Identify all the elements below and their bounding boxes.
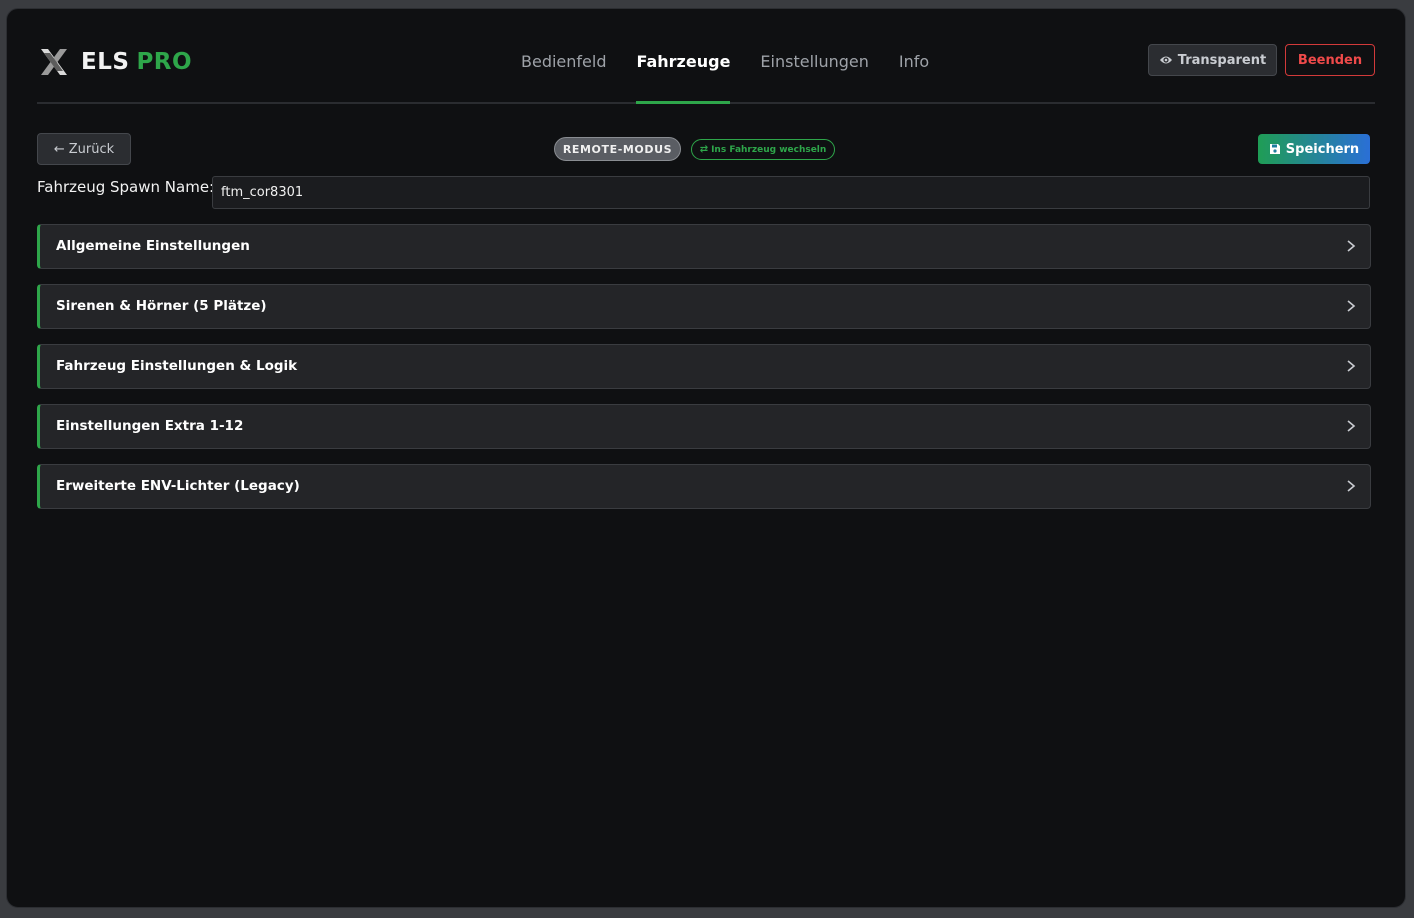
tab-einstellungen[interactable]: Einstellungen	[760, 9, 868, 102]
x-logo-icon	[41, 49, 67, 75]
back-button-label: Zurück	[68, 141, 115, 157]
section-title: Allgemeine Einstellungen	[56, 238, 250, 254]
section-env-lights-legacy[interactable]: Erweiterte ENV-Lichter (Legacy)	[37, 464, 1371, 509]
tab-fahrzeuge[interactable]: Fahrzeuge	[636, 9, 730, 104]
chevron-right-icon	[1347, 300, 1356, 312]
top-header: ELS PRO Bedienfeld Fahrzeuge Einstellung…	[37, 9, 1375, 104]
section-title: Fahrzeug Einstellungen & Logik	[56, 358, 298, 374]
spawn-name-row: Fahrzeug Spawn Name:	[37, 176, 1371, 210]
tab-info[interactable]: Info	[899, 9, 929, 102]
chevron-right-icon	[1347, 420, 1356, 432]
section-title: Sirenen & Hörner (5 Plätze)	[56, 298, 267, 314]
switch-to-vehicle-button[interactable]: ⇄ Ins Fahrzeug wechseln	[691, 139, 835, 160]
section-title: Einstellungen Extra 1-12	[56, 418, 244, 434]
transparent-button[interactable]: Transparent	[1148, 44, 1277, 76]
remote-mode-badge: REMOTE-MODUS	[554, 137, 681, 161]
save-button-label: Speichern	[1285, 141, 1360, 157]
section-extras-1-12[interactable]: Einstellungen Extra 1-12	[37, 404, 1371, 449]
editor-toolbar: ← Zurück REMOTE-MODUS ⇄ Ins Fahrzeug wec…	[37, 133, 1371, 167]
switch-button-label: Ins Fahrzeug wechseln	[711, 144, 827, 155]
save-button[interactable]: Speichern	[1258, 134, 1370, 164]
tab-bedienfeld[interactable]: Bedienfeld	[521, 9, 606, 102]
chevron-right-icon	[1347, 360, 1356, 372]
chevron-right-icon	[1347, 480, 1356, 492]
brand-suffix: PRO	[136, 49, 193, 75]
section-general-settings[interactable]: Allgemeine Einstellungen	[37, 224, 1371, 269]
brand-name: ELS	[81, 49, 130, 75]
section-title: Erweiterte ENV-Lichter (Legacy)	[56, 478, 300, 494]
floppy-disk-icon	[1269, 144, 1280, 154]
back-button[interactable]: ← Zurück	[37, 133, 131, 165]
quit-button-label: Beenden	[1297, 52, 1363, 68]
spawn-name-input[interactable]	[212, 176, 1370, 209]
settings-accordion: Allgemeine Einstellungen Sirenen & Hörne…	[37, 224, 1371, 524]
eye-icon	[1159, 56, 1172, 64]
quit-button[interactable]: Beenden	[1285, 44, 1375, 76]
section-sirens-horns[interactable]: Sirenen & Hörner (5 Plätze)	[37, 284, 1371, 329]
transparent-button-label: Transparent	[1177, 52, 1267, 68]
main-nav: Bedienfeld Fahrzeuge Einstellungen Info	[521, 9, 959, 104]
spawn-name-label: Fahrzeug Spawn Name:	[37, 178, 215, 196]
logo: ELS PRO	[39, 45, 192, 79]
arrow-left-icon: ←	[53, 141, 65, 157]
section-vehicle-settings-logic[interactable]: Fahrzeug Einstellungen & Logik	[37, 344, 1371, 389]
app-window: ELS PRO Bedienfeld Fahrzeuge Einstellung…	[6, 8, 1406, 908]
chevron-right-icon	[1347, 240, 1356, 252]
swap-arrows-icon: ⇄	[699, 144, 709, 155]
